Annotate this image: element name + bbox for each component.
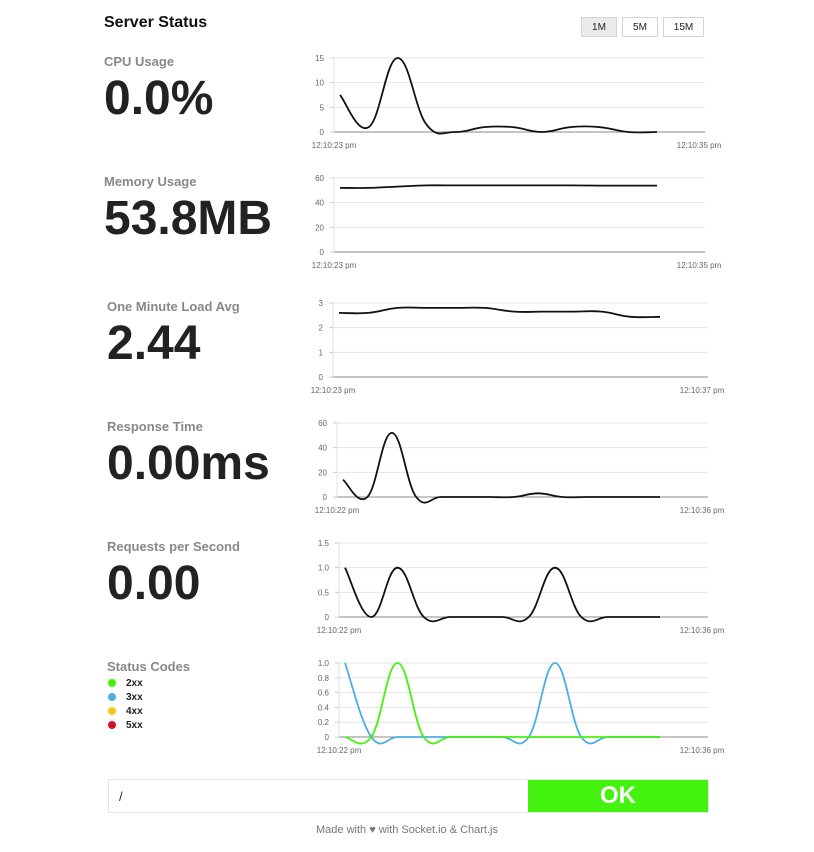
cpu-y-tick-label: 0 <box>320 128 325 137</box>
rps-x-start-label: 12:10:22 pm <box>317 626 362 635</box>
load-metric: One Minute Load Avg 2.44 <box>107 299 240 368</box>
legend-item-2xx: 2xx <box>108 676 143 690</box>
legend-label-3xx: 3xx <box>126 691 143 703</box>
response-metric: Response Time 0.00ms <box>107 419 270 488</box>
response-label: Response Time <box>107 419 203 434</box>
load-y-tick-label: 2 <box>319 324 324 333</box>
rps-y-tick-label: 1.5 <box>318 539 330 548</box>
time-span-selector: 1M 5M 15M <box>581 17 704 37</box>
route-path-input[interactable] <box>109 780 528 812</box>
response-chart: 0 20 40 60 12:10:22 pm 12:10:36 pm <box>315 419 725 515</box>
status-codes-label: Status Codes <box>107 659 191 674</box>
cpu-y-tick-label: 10 <box>315 79 324 88</box>
status-y-tick-label: 0.8 <box>318 674 330 683</box>
cpu-series-line <box>339 57 658 135</box>
response-y-tick-label: 20 <box>318 468 327 477</box>
cpu-chart: 0 5 10 15 12:10:23 pm 12:10:35 pm <box>312 54 722 150</box>
status-series-line-2xx <box>344 662 660 745</box>
rps-label: Requests per Second <box>107 539 240 554</box>
status-x-start-label: 12:10:22 pm <box>317 746 362 755</box>
legend-item-5xx: 5xx <box>108 718 143 732</box>
status-legend: 2xx 3xx 4xx 5xx <box>108 676 143 732</box>
status-y-tick-label: 0.6 <box>318 689 330 698</box>
status-y-tick-label: 0 <box>325 733 330 742</box>
cpu-label: CPU Usage <box>104 54 175 69</box>
cpu-metric: CPU Usage 0.0% <box>104 54 213 123</box>
footer-credit: Made with ♥ with Socket.io & Chart.js <box>316 824 498 836</box>
rps-y-tick-label: 1.0 <box>318 564 330 573</box>
span-5m-button[interactable]: 5M <box>622 17 658 37</box>
status-y-tick-label: 1.0 <box>318 659 330 668</box>
response-x-end-label: 12:10:36 pm <box>680 506 725 515</box>
rps-y-tick-label: 0 <box>325 613 330 622</box>
memory-x-end-label: 12:10:35 pm <box>677 261 722 270</box>
legend-dot-3xx <box>108 693 116 701</box>
status-series-line-3xx <box>344 662 660 745</box>
memory-y-tick-label: 20 <box>315 223 324 232</box>
status-codes-chart: 0 0.2 0.4 0.6 0.8 1.0 12:10:22 pm 12:10:36 pm <box>317 659 725 755</box>
legend-dot-5xx <box>108 721 116 729</box>
response-value: 0.00ms <box>107 437 270 490</box>
memory-label: Memory Usage <box>104 174 197 189</box>
memory-series-line <box>339 184 657 189</box>
load-chart: 0 1 2 3 12:10:23 pm 12:10:37 pm <box>311 299 725 395</box>
rps-y-tick-label: 0.5 <box>318 588 330 597</box>
route-status-badge: OK <box>528 780 708 812</box>
load-value: 2.44 <box>107 317 201 370</box>
page-title: Server Status <box>104 14 208 31</box>
route-check-bar: OK <box>108 779 709 813</box>
response-x-start-label: 12:10:22 pm <box>315 506 360 515</box>
load-y-tick-label: 0 <box>319 373 324 382</box>
legend-dot-2xx <box>108 679 116 687</box>
legend-label-5xx: 5xx <box>126 719 143 731</box>
cpu-x-end-label: 12:10:35 pm <box>677 141 722 150</box>
legend-label-2xx: 2xx <box>126 677 143 689</box>
status-codes-metric: Status Codes <box>107 659 190 674</box>
response-y-tick-label: 60 <box>318 419 327 428</box>
cpu-x-start-label: 12:10:23 pm <box>312 141 357 150</box>
cpu-y-tick-label: 5 <box>320 103 325 112</box>
status-x-end-label: 12:10:36 pm <box>680 746 725 755</box>
legend-dot-4xx <box>108 707 116 715</box>
cpu-y-tick-label: 15 <box>315 54 324 63</box>
memory-y-tick-label: 0 <box>320 248 325 257</box>
memory-chart: 0 20 40 60 12:10:23 pm 12:10:35 pm <box>312 174 722 270</box>
rps-chart: 0 0.5 1.0 1.5 12:10:22 pm 12:10:36 pm <box>317 539 725 635</box>
span-15m-button[interactable]: 15M <box>663 17 704 37</box>
cpu-value: 0.0% <box>104 72 214 125</box>
legend-item-3xx: 3xx <box>108 690 143 704</box>
memory-x-start-label: 12:10:23 pm <box>312 261 357 270</box>
memory-y-tick-label: 40 <box>315 199 324 208</box>
response-y-tick-label: 0 <box>323 493 328 502</box>
legend-label-4xx: 4xx <box>126 705 143 717</box>
load-y-tick-label: 3 <box>319 299 324 308</box>
rps-series-line <box>344 566 660 623</box>
rps-x-end-label: 12:10:36 pm <box>680 626 725 635</box>
load-series-line <box>338 306 661 319</box>
rps-metric: Requests per Second 0.00 <box>107 539 240 608</box>
memory-value: 53.8MB <box>104 192 273 245</box>
load-y-tick-label: 1 <box>319 348 324 357</box>
status-y-tick-label: 0.2 <box>318 718 330 727</box>
load-x-end-label: 12:10:37 pm <box>680 386 725 395</box>
load-x-start-label: 12:10:23 pm <box>311 386 356 395</box>
load-label: One Minute Load Avg <box>107 299 240 314</box>
memory-y-tick-label: 60 <box>315 174 324 183</box>
response-series-line <box>342 432 660 504</box>
memory-metric: Memory Usage 53.8MB <box>104 174 272 243</box>
span-1m-button[interactable]: 1M <box>581 17 617 37</box>
rps-value: 0.00 <box>107 557 201 610</box>
legend-item-4xx: 4xx <box>108 704 143 718</box>
response-y-tick-label: 40 <box>318 444 327 453</box>
status-y-tick-label: 0.4 <box>318 703 330 712</box>
